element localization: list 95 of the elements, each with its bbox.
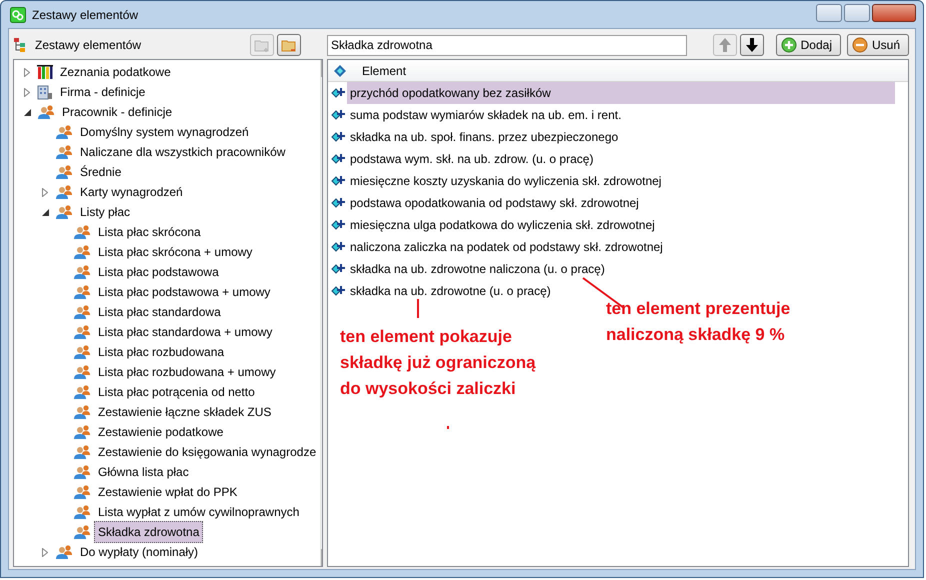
element-icon <box>331 262 347 276</box>
people-icon <box>73 224 91 240</box>
tree-item[interactable]: Lista wypłat z umów cywilnoprawnych <box>94 501 304 523</box>
tree-item[interactable]: Główna lista płac <box>94 461 193 483</box>
people-icon <box>73 344 91 360</box>
list-item[interactable]: składka na ub. zdrowotne naliczona (u. o pracę) <box>347 258 895 280</box>
tree-item[interactable]: Zestawienie wpłat do PPK <box>94 481 242 503</box>
tree-item[interactable]: Domyślny system wynagrodzeń <box>76 121 253 143</box>
tree-item[interactable]: Naliczane dla wszystkich pracowników <box>76 141 290 163</box>
tree-item[interactable]: Lista płac potrącenia od netto <box>94 381 259 403</box>
tree-item[interactable]: Lista płac standardowa <box>94 301 225 323</box>
books-icon <box>37 64 53 80</box>
element-icon <box>331 218 347 232</box>
app-icon <box>10 6 26 22</box>
window-title: Zestawy elementów <box>32 6 138 24</box>
list-item[interactable]: składka na ub. społ. finans. przez ubezpieczonego <box>347 126 895 148</box>
tree-item[interactable]: Do wypłaty (nominały) <box>76 541 202 563</box>
people-icon <box>55 184 73 200</box>
add-button[interactable]: Dodaj <box>776 34 841 56</box>
tree-item[interactable]: Lista płac rozbudowana + umowy <box>94 361 280 383</box>
name-field[interactable]: Składka zdrowotna <box>327 34 687 56</box>
list-item[interactable]: miesięczne koszty uzyskania do wyliczenia skł. zdrowotnej <box>347 170 895 192</box>
arrow-up-icon <box>718 38 731 52</box>
list-item[interactable]: miesięczna ulga podatkowa do wyliczenia skł. zdrowotnej <box>347 214 895 236</box>
diamond-icon <box>334 64 346 76</box>
people-icon <box>73 444 91 460</box>
element-icon <box>331 196 347 210</box>
people-icon <box>55 144 73 160</box>
move-down-button[interactable] <box>740 34 764 56</box>
people-icon <box>73 304 91 320</box>
tree-item[interactable]: Lista płac podstawowa + umowy <box>94 281 274 303</box>
list-item[interactable]: przychód opodatkowany bez zasiłków <box>347 82 895 104</box>
element-icon <box>331 108 347 122</box>
expand-icon[interactable] <box>42 188 48 196</box>
people-icon <box>73 524 91 540</box>
collapse-icon[interactable] <box>24 108 30 116</box>
remove-button[interactable]: Usuń <box>846 34 909 56</box>
people-icon <box>73 484 91 500</box>
element-icon <box>331 86 347 100</box>
element-icon <box>331 240 347 254</box>
building-icon <box>37 84 53 100</box>
tree-item[interactable]: Średnie <box>76 161 126 183</box>
tree-item[interactable]: Zestawienie do księgowania wynagrodze <box>94 441 320 463</box>
annotation-text: ten element pokazuje składkę już ograniczoną do wysokości zaliczki <box>340 326 536 400</box>
tree-item[interactable]: Firma - definicje <box>56 81 150 103</box>
expand-icon[interactable] <box>24 88 30 96</box>
tree-item[interactable]: Składka zdrowotna <box>94 521 204 543</box>
dot-mark <box>447 426 449 429</box>
list-item[interactable]: podstawa opodatkowania od podstawy skł. zdrowotnej <box>347 192 895 214</box>
people-icon <box>73 504 91 520</box>
arrow-down-icon <box>746 38 758 52</box>
tree-item[interactable]: Lista płac podstawowa <box>94 261 223 283</box>
tree-item[interactable]: Lista płac standardowa + umowy <box>94 321 276 343</box>
leader-line <box>417 299 419 318</box>
expand-icon[interactable] <box>24 68 30 76</box>
tree-item[interactable]: Zestawienie łączne składek ZUS <box>94 401 276 423</box>
tree-item[interactable]: Lista płac rozbudowana <box>94 341 228 363</box>
tree-item[interactable]: Pracownik - definicje <box>58 101 176 123</box>
column-header: Element <box>361 62 406 80</box>
people-icon <box>73 404 91 420</box>
tree-item[interactable]: Lista płac skrócona <box>94 221 205 243</box>
element-icon <box>331 130 347 144</box>
people-icon <box>73 284 91 300</box>
people-icon <box>73 244 91 260</box>
plus-icon <box>780 37 797 53</box>
element-icon <box>331 174 347 188</box>
people-icon <box>73 384 91 400</box>
people-icon <box>55 204 73 220</box>
tree-item[interactable]: Zeznania podatkowe <box>56 61 175 83</box>
tree-item[interactable]: Lista płac skrócona + umowy <box>94 241 256 263</box>
minimize-button[interactable] <box>816 4 842 22</box>
people-icon <box>37 104 55 120</box>
expand-icon[interactable] <box>42 548 48 556</box>
people-icon <box>55 164 73 180</box>
tree-item[interactable]: Zestawienie podatkowe <box>94 421 228 443</box>
list-item[interactable]: podstawa wym. skł. na ub. zdrow. (u. o pracę) <box>347 148 895 170</box>
remove-folder-button[interactable] <box>277 34 301 56</box>
maximize-button[interactable] <box>844 4 870 22</box>
people-icon <box>73 324 91 340</box>
people-icon <box>55 544 73 560</box>
tree-item[interactable]: Listy płac <box>76 201 134 223</box>
panel-title: Zestawy elementów <box>35 37 142 54</box>
minus-icon <box>852 37 868 53</box>
close-button[interactable] <box>872 4 916 22</box>
list-item[interactable]: suma podstaw wymiarów składek na ub. em. i rent. <box>347 104 895 126</box>
people-icon <box>73 364 91 380</box>
people-icon <box>73 264 91 280</box>
people-icon <box>73 464 91 480</box>
collapse-icon[interactable] <box>42 208 48 216</box>
element-icon <box>331 284 347 298</box>
tree-item[interactable]: Karty wynagrodzeń <box>76 181 187 203</box>
people-icon <box>73 424 91 440</box>
people-icon <box>55 124 73 140</box>
list-item[interactable]: naliczona zaliczka na podatek od podstawy skł. zdrowotnej <box>347 236 895 258</box>
element-icon <box>331 152 347 166</box>
